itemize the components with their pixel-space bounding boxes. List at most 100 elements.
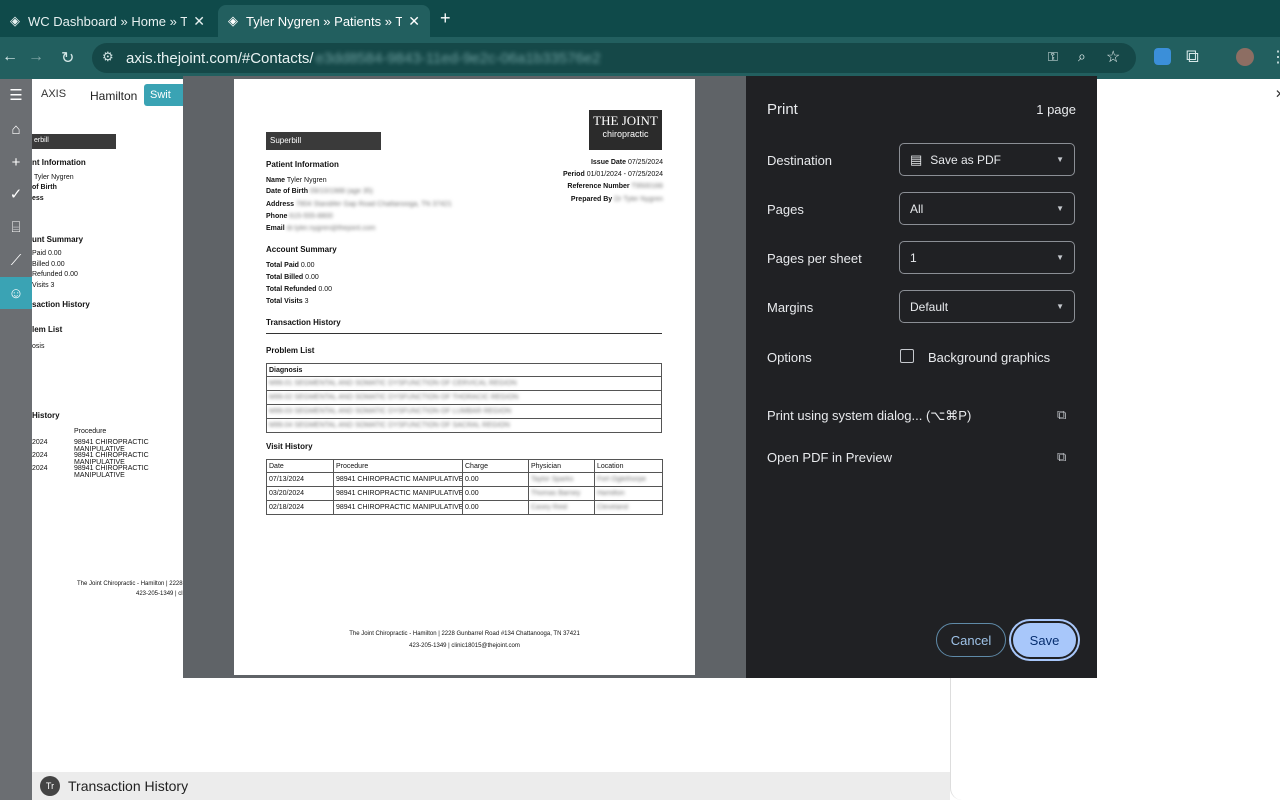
bg-patient-info: nt Information <box>32 158 86 167</box>
back-icon[interactable]: ← <box>2 48 18 66</box>
name-row: Name Tyler Nygren <box>266 177 327 184</box>
bg-row-procedure: 98941 CHIROPRACTIC MANIPULATIVE <box>74 465 149 479</box>
hamburger-icon[interactable]: ☰ <box>0 79 32 111</box>
save-button[interactable]: Save <box>1013 623 1076 657</box>
extension-icon[interactable] <box>1154 48 1171 65</box>
tab-title: Tyler Nygren » Patients » The <box>246 13 403 29</box>
visit-history-heading: Visit History <box>266 442 313 451</box>
bg-refunded: Refunded 0.00 <box>32 271 78 278</box>
bg-visit-history: History <box>32 411 60 420</box>
bg-problem-list: lem List <box>32 325 63 334</box>
bg-transaction-history: saction History <box>32 300 90 309</box>
bg-row-date: 2024 <box>32 452 48 459</box>
key-icon[interactable]: ⚿ <box>1048 49 1058 65</box>
reload-icon[interactable]: ↻ <box>61 48 74 68</box>
print-settings-panel: Print 1 page Destination ▤ Save as PDF ▼… <box>746 76 1097 678</box>
preview-page: Superbill THE JOINT chiropractic Patient… <box>234 79 695 675</box>
open-in-preview-link[interactable]: Open PDF in Preview <box>767 450 892 465</box>
external-link-icon[interactable]: ⧉ <box>1057 407 1066 423</box>
problem-list-heading: Problem List <box>266 346 315 355</box>
site-settings-icon[interactable]: ⚙ <box>102 49 114 65</box>
table-header: Procedure <box>333 459 463 473</box>
url-host: axis.thejoint.com/#Contacts/ <box>126 49 314 67</box>
bg-footer-contact: 423-205-1349 | cli <box>136 591 184 597</box>
divider <box>266 333 662 334</box>
address-row: Address 7804 Standifer Gap Road Chattano… <box>266 201 452 208</box>
bg-name: Tyler Nygren <box>34 174 74 181</box>
close-icon[interactable]: ✕ <box>1275 87 1280 101</box>
system-dialog-link[interactable]: Print using system dialog... (⌥⌘P) <box>767 408 971 424</box>
building-icon[interactable]: ⌸ <box>0 211 32 243</box>
background-graphics-checkbox[interactable] <box>900 349 914 363</box>
url-path: e3dd8584-9843-11ed-9e2c-06a1b33576e2 <box>315 49 601 67</box>
bookmark-star-icon[interactable]: ☆ <box>1106 47 1120 67</box>
transaction-history-heading: Transaction History <box>266 318 341 327</box>
destination-label: Destination <box>767 153 833 168</box>
add-icon[interactable]: + <box>0 146 32 178</box>
layers-icon: ◈ <box>228 13 238 28</box>
logo-line2: chiropractic <box>602 129 649 139</box>
tab-wc-dashboard[interactable]: ◈ WC Dashboard » Home » The ✕ <box>0 5 215 37</box>
chart-icon[interactable]: ⟋ <box>0 244 32 276</box>
diagnosis-table: Diagnosis M99.01 SEGMENTAL AND SOMATIC D… <box>266 363 662 433</box>
cancel-button[interactable]: Cancel <box>936 623 1006 657</box>
status-bar: Tr Transaction History <box>32 772 950 800</box>
table-row: 02/18/2024 98941 CHIROPRACTIC MANIPULATIV… <box>266 500 663 515</box>
dob-row: Date of Birth 09/10/1988 (age 35) <box>266 188 374 195</box>
account-summary-heading: Account Summary <box>266 245 337 254</box>
external-link-icon[interactable]: ⧉ <box>1057 449 1066 465</box>
profile-avatar[interactable] <box>1236 48 1254 66</box>
options-label: Options <box>767 350 812 365</box>
zoom-icon[interactable]: ⌕ <box>1078 48 1086 65</box>
forward-icon[interactable]: → <box>28 48 44 66</box>
margins-select[interactable]: Default ▼ <box>899 290 1075 323</box>
home-icon[interactable]: ⌂ <box>0 113 32 145</box>
total-billed-row: Total Billed 0.00 <box>266 274 319 281</box>
page-footer: The Joint Chiropractic - Hamilton | 2228… <box>349 631 580 637</box>
reference-row: Reference Number T9500166 <box>567 183 663 190</box>
location-label[interactable]: Hamilton <box>90 89 137 103</box>
table-header: Date <box>266 459 334 473</box>
bg-superbill-title: erbill <box>32 134 116 149</box>
patient-info-heading: Patient Information <box>266 160 339 169</box>
bg-row-date: 2024 <box>32 465 48 472</box>
table-header: Location <box>594 459 663 473</box>
bg-diagnosis-header: osis <box>32 343 45 350</box>
total-visits-row: Total Visits 3 <box>266 298 309 305</box>
document-icon: ▤ <box>910 151 923 167</box>
background-graphics-label[interactable]: Background graphics <box>928 350 1050 365</box>
address-bar[interactable]: ⚙ axis.thejoint.com/#Contacts/ e3dd8584-… <box>92 43 1136 73</box>
table-row: 07/13/2024 98941 CHIROPRACTIC MANIPULATIV… <box>266 472 663 487</box>
period-row: Period 01/01/2024 - 07/25/2024 <box>562 171 663 178</box>
page-count: 1 page <box>1036 102 1076 117</box>
menu-kebab-icon[interactable]: ⋮ <box>1270 47 1280 67</box>
print-title: Print <box>767 101 798 118</box>
bg-row-date: 2024 <box>32 439 48 446</box>
status-title: Transaction History <box>68 778 189 794</box>
bg-footer: The Joint Chiropractic - Hamilton | 2228 <box>77 581 183 587</box>
email-row: Email dr.tyler.nygren@thejoint.com <box>266 225 376 232</box>
check-icon[interactable]: ✓ <box>0 178 32 210</box>
phone-row: Phone 615-555-8800 <box>266 213 333 220</box>
new-tab-icon[interactable]: + <box>440 8 451 29</box>
tab-tyler-nygren[interactable]: ◈ Tyler Nygren » Patients » The ✕ <box>218 5 430 37</box>
patient-icon[interactable]: ☺ <box>0 277 32 309</box>
visit-table: Date Procedure Charge Physician Location… <box>266 459 663 515</box>
table-row: 03/20/2024 98941 CHIROPRACTIC MANIPULATIV… <box>266 486 663 501</box>
bg-paid: Paid 0.00 <box>32 250 62 257</box>
chevron-down-icon: ▼ <box>1056 155 1064 164</box>
pages-per-sheet-select[interactable]: 1 ▼ <box>899 241 1075 274</box>
close-icon[interactable]: ✕ <box>408 13 420 30</box>
prepared-by-row: Prepared By Dr Tyler Nygren <box>570 196 663 203</box>
chevron-down-icon: ▼ <box>1056 302 1064 311</box>
puzzle-extensions-icon[interactable]: ⧉ <box>1186 46 1199 67</box>
page-footer-contact: 423-205-1349 | clinic18015@thejoint.com <box>409 643 520 649</box>
switch-location-button[interactable]: Swit <box>144 84 184 106</box>
bg-procedure-header: Procedure <box>74 428 107 435</box>
table-header: Diagnosis <box>266 363 662 377</box>
table-row: M99.02 SEGMENTAL AND SOMATIC DYSFUNCTION… <box>266 390 662 405</box>
pages-select[interactable]: All ▼ <box>899 192 1075 225</box>
destination-select[interactable]: ▤ Save as PDF ▼ <box>899 143 1075 176</box>
close-icon[interactable]: ✕ <box>193 13 205 30</box>
bg-address: ess <box>32 195 44 202</box>
